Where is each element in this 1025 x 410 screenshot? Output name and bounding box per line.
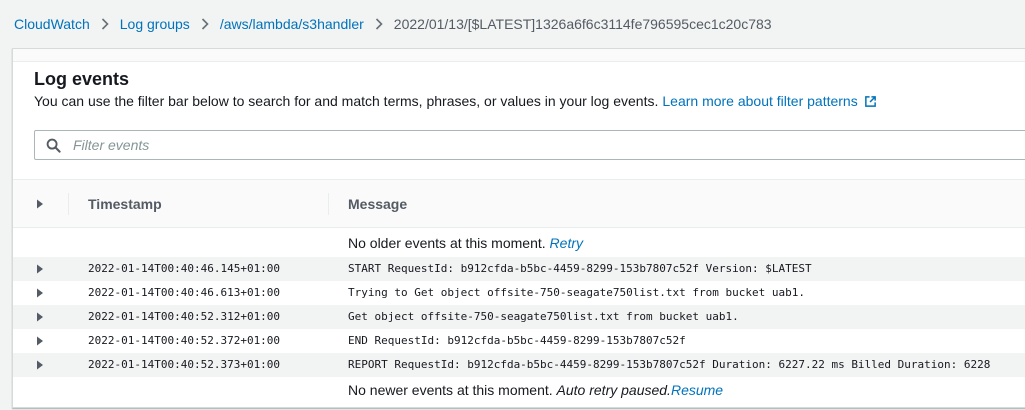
filter-events-input[interactable] <box>71 136 975 154</box>
event-message: Get object offsite-750-seagate750list.tx… <box>348 310 739 323</box>
no-older-events-text: No older events at this moment. <box>348 235 546 251</box>
event-message: START RequestId: b912cfda-b5bc-4459-8299… <box>348 262 812 275</box>
description: You can use the filter bar below to sear… <box>34 93 877 109</box>
log-events-list: No older events at this moment. Retry 20… <box>13 230 1025 404</box>
search-icon <box>46 138 61 153</box>
caret-right-icon[interactable] <box>35 336 45 346</box>
caret-right-icon[interactable] <box>35 360 45 370</box>
chevron-right-icon <box>90 18 120 30</box>
event-timestamp: 2022-01-14T00:40:46.145+01:00 <box>88 262 281 275</box>
caret-right-icon[interactable] <box>35 288 45 298</box>
column-header-timestamp[interactable]: Timestamp <box>88 180 162 227</box>
chevron-right-icon <box>190 18 220 30</box>
log-event-row[interactable]: 2022-01-14T00:40:52.372+01:00 END Reques… <box>13 329 1025 353</box>
retry-link[interactable]: Retry <box>550 235 583 251</box>
event-message: Trying to Get object offsite-750-seagate… <box>348 286 805 299</box>
breadcrumb-cloudwatch[interactable]: CloudWatch <box>14 16 90 32</box>
log-event-row[interactable]: 2022-01-14T00:40:46.613+01:00 Trying to … <box>13 281 1025 305</box>
breadcrumb-log-group[interactable]: /aws/lambda/s3handler <box>220 16 364 32</box>
log-event-row[interactable]: 2022-01-14T00:40:52.312+01:00 Get object… <box>13 305 1025 329</box>
event-timestamp: 2022-01-14T00:40:52.372+01:00 <box>88 334 281 347</box>
description-text: You can use the filter bar below to sear… <box>34 93 659 109</box>
table-header: Timestamp Message <box>13 179 1025 228</box>
column-divider[interactable] <box>68 193 69 215</box>
caret-right-icon[interactable] <box>35 312 45 322</box>
no-older-events-notice: No older events at this moment. Retry <box>13 230 1025 257</box>
column-header-message[interactable]: Message <box>348 180 407 227</box>
column-divider[interactable] <box>328 193 329 215</box>
breadcrumb-log-groups[interactable]: Log groups <box>120 16 190 32</box>
caret-right-icon <box>35 199 45 209</box>
external-link-icon[interactable] <box>864 95 877 108</box>
no-newer-events-notice: No newer events at this moment. Auto ret… <box>13 377 1025 404</box>
log-event-row[interactable]: 2022-01-14T00:40:46.145+01:00 START Requ… <box>13 257 1025 281</box>
panel-top-strip <box>13 49 1025 62</box>
event-timestamp: 2022-01-14T00:40:46.613+01:00 <box>88 286 281 299</box>
log-events-panel: Log events You can use the filter bar be… <box>12 48 1025 408</box>
expand-all-toggle[interactable] <box>35 180 45 227</box>
caret-right-icon[interactable] <box>35 264 45 274</box>
auto-retry-paused-text: Auto retry paused. <box>556 382 671 398</box>
log-event-row[interactable]: 2022-01-14T00:40:52.373+01:00 REPORT Req… <box>13 353 1025 377</box>
filter-bar[interactable] <box>34 130 1025 160</box>
page-title: Log events <box>34 69 130 89</box>
resume-link[interactable]: Resume <box>671 382 723 398</box>
breadcrumb: CloudWatch Log groups /aws/lambda/s3hand… <box>14 14 772 34</box>
breadcrumb-log-stream: 2022/01/13/[$LATEST]1326a6f6c3114fe79659… <box>393 16 772 32</box>
learn-more-link[interactable]: Learn more about filter patterns <box>662 93 857 109</box>
event-timestamp: 2022-01-14T00:40:52.373+01:00 <box>88 358 281 371</box>
event-timestamp: 2022-01-14T00:40:52.312+01:00 <box>88 310 281 323</box>
chevron-right-icon <box>364 18 394 30</box>
event-message: END RequestId: b912cfda-b5bc-4459-8299-1… <box>348 334 686 347</box>
event-message: REPORT RequestId: b912cfda-b5bc-4459-829… <box>348 358 991 371</box>
no-newer-events-text: No newer events at this moment. <box>348 382 553 398</box>
